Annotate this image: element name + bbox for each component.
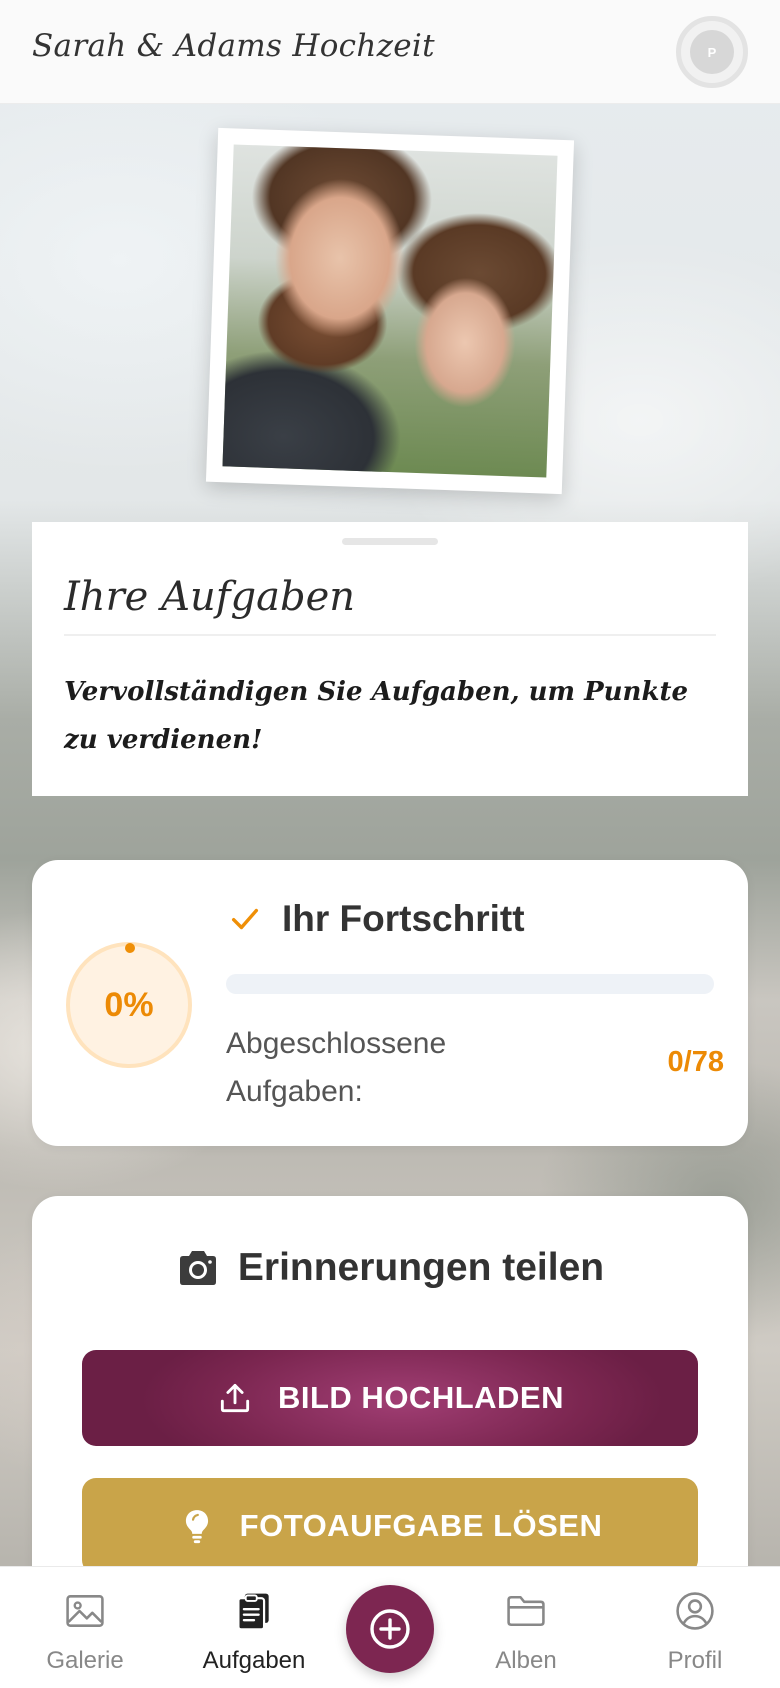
completed-tasks-label: Abgeschlossene Aufgaben: <box>226 1027 447 1108</box>
folder-icon <box>507 1595 545 1627</box>
progress-ring-indicator <box>125 943 135 953</box>
avatar-initial: P <box>690 30 734 74</box>
tasks-title: Ihre Aufgaben <box>64 574 356 620</box>
nav-label-aufgaben: Aufgaben <box>202 1647 306 1674</box>
nav-item-alben[interactable]: Alben <box>451 1589 601 1675</box>
progress-bar <box>226 974 714 994</box>
share-header: Erinnerungen teilen <box>32 1246 748 1290</box>
upload-image-label: BILD HOCHLADEN <box>278 1380 564 1415</box>
plus-circle-icon <box>370 1609 410 1649</box>
app-title: Sarah & Adams Hochzeit <box>32 28 435 64</box>
drag-handle[interactable] <box>342 538 438 545</box>
nav-item-galerie[interactable]: Galerie <box>10 1589 160 1675</box>
nav-item-aufgaben[interactable]: Aufgaben <box>179 1589 329 1675</box>
lightbulb-icon <box>185 1510 208 1544</box>
couple-photo-frame <box>205 127 575 495</box>
progress-ring: 0% <box>66 942 192 1068</box>
progress-percent: 0% <box>104 985 154 1024</box>
check-icon <box>231 908 259 930</box>
completed-tasks-count: 0/78 <box>667 1046 724 1078</box>
app-header: Sarah & Adams Hochzeit P <box>0 0 780 104</box>
solve-photo-task-button[interactable]: FOTOAUFGABE LÖSEN <box>82 1478 698 1574</box>
nav-label-profil: Profil <box>667 1647 723 1674</box>
share-memories-card: Erinnerungen teilen BILD HOCHLADEN FOTOA… <box>32 1196 748 1596</box>
avatar[interactable]: P <box>676 16 748 88</box>
solve-photo-task-label: FOTOAUFGABE LÖSEN <box>239 1508 603 1543</box>
camera-icon <box>179 1251 216 1285</box>
couple-photo <box>222 144 558 478</box>
bottom-nav: Galerie Aufgaben Alben Profil <box>0 1566 780 1688</box>
nav-item-profil[interactable]: Profil <box>620 1589 770 1675</box>
nav-label-alben: Alben <box>495 1647 557 1674</box>
upload-icon <box>220 1383 250 1413</box>
image-icon <box>66 1595 104 1627</box>
progress-card: 0% Ihr Fortschritt Abgeschlossene Aufgab… <box>32 860 748 1146</box>
upload-image-button[interactable]: BILD HOCHLADEN <box>82 1350 698 1446</box>
divider <box>64 634 716 636</box>
user-circle-icon <box>676 1592 714 1630</box>
tasks-card: Ihre Aufgaben Vervollständigen Sie Aufga… <box>32 522 748 796</box>
clipboard-icon <box>237 1593 269 1631</box>
progress-title: Ihr Fortschritt <box>282 898 525 939</box>
tasks-subtitle: Vervollständigen Sie Aufgaben, um Punkte… <box>64 677 689 755</box>
add-button[interactable] <box>346 1585 434 1673</box>
share-title: Erinnerungen teilen <box>237 1246 605 1289</box>
nav-label-galerie: Galerie <box>46 1647 124 1674</box>
